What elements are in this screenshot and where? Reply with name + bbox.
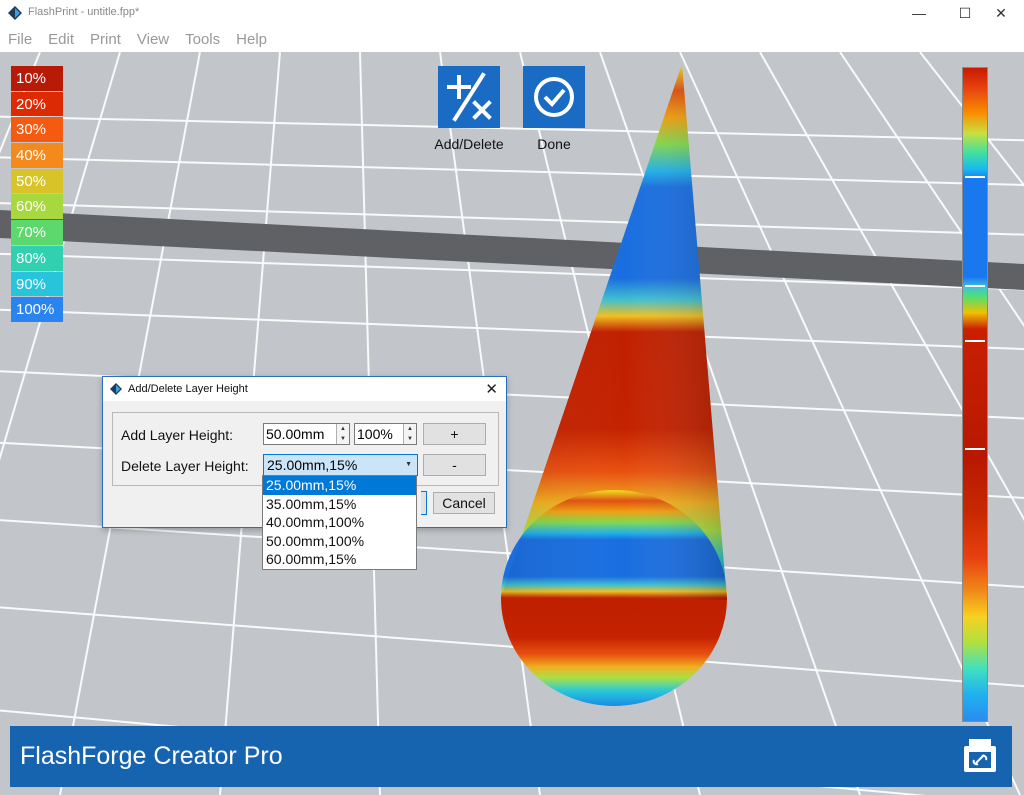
menu-bar: File Edit Print View Tools Help [0,28,1024,52]
legend-item-30: 30% [11,117,63,143]
title-bar: FlashPrint - untitle.fpp* — ☐ ✕ [0,0,1024,26]
dialog-title: Add/Delete Layer Height [128,383,248,395]
spin-up-icon[interactable]: ▲ [337,424,349,434]
add-percent-value: 100% [357,426,393,442]
printer-connect-icon[interactable] [962,736,998,776]
menu-view[interactable]: View [129,28,177,52]
plus-slash-x-icon [447,72,492,122]
add-height-value: 50.00mm [266,426,325,442]
legend-item-70: 70% [11,220,63,245]
layer-percent-legend: 10% 20% 30% 40% 50% 60% 70% 80% 90% 100% [11,66,63,323]
dialog-title-bar: Add/Delete Layer Height ✕ [103,377,506,401]
add-percent-stepper[interactable]: ▲ ▼ [403,424,416,444]
legend-item-10: 10% [11,66,63,91]
spin-down-icon[interactable]: ▼ [404,434,416,444]
colorbar-marker[interactable] [965,285,985,287]
add-height-stepper[interactable]: ▲ ▼ [336,424,349,444]
dropdown-option[interactable]: 60.00mm,15% [263,550,416,569]
layer-height-colorbar[interactable] [962,67,988,722]
delete-layer-height-label: Delete Layer Height: [121,458,249,474]
check-circle-icon [534,77,574,117]
legend-item-100: 100% [11,297,63,322]
legend-item-90: 90% [11,271,63,297]
printer-name: FlashForge Creator Pro [20,742,283,770]
dropdown-option[interactable]: 50.00mm,100% [263,532,416,551]
menu-help[interactable]: Help [228,28,275,52]
spin-up-icon[interactable]: ▲ [404,424,416,434]
done-label: Done [537,136,571,152]
dropdown-option[interactable]: 25.00mm,15% [263,476,416,495]
minimize-button[interactable]: — [896,0,942,26]
colorbar-marker[interactable] [965,448,985,450]
dropdown-option[interactable]: 40.00mm,100% [263,513,416,532]
done-icon-box [523,66,585,128]
add-delete-label: Add/Delete [434,136,504,152]
legend-item-20: 20% [11,91,63,117]
window-title: FlashPrint - untitle.fpp* [28,6,140,18]
legend-item-60: 60% [11,194,63,220]
maximize-icon: ☐ [958,4,972,21]
close-button[interactable]: ✕ [978,0,1024,26]
printer-status-bar: FlashForge Creator Pro [10,726,1012,787]
add-percent-spinbox[interactable]: 100% ▲ ▼ [354,423,417,445]
colorbar-marker[interactable] [965,176,985,178]
done-button[interactable]: Done [520,66,588,152]
menu-file[interactable]: File [0,28,40,52]
dialog-close-icon[interactable]: ✕ [485,380,498,398]
menu-print[interactable]: Print [82,28,129,52]
dropdown-option[interactable]: 35.00mm,15% [263,495,416,514]
legend-item-50: 50% [11,168,63,194]
chevron-down-icon: ▼ [405,461,412,468]
add-delete-button[interactable]: Add/Delete [425,66,513,152]
legend-item-40: 40% [11,143,63,168]
delete-layer-button[interactable]: - [423,454,486,476]
add-delete-icon-box [438,66,500,128]
add-layer-height-label: Add Layer Height: [121,427,234,443]
spin-down-icon[interactable]: ▼ [337,434,349,444]
flashprint-logo-icon [110,383,122,395]
colorbar-marker[interactable] [965,340,985,342]
delete-selected-value: 25.00mm,15% [267,457,358,473]
add-layer-button[interactable]: + [423,423,486,445]
delete-layer-dropdown-list: 25.00mm,15% 35.00mm,15% 40.00mm,100% 50.… [262,475,417,570]
add-height-spinbox[interactable]: 50.00mm ▲ ▼ [263,423,350,445]
menu-edit[interactable]: Edit [40,28,82,52]
minimize-icon: — [912,5,926,21]
flashprint-logo-icon [8,6,22,20]
ok-button[interactable] [421,491,427,515]
delete-layer-select[interactable]: 25.00mm,15% ▼ [263,454,418,476]
legend-item-80: 80% [11,245,63,271]
close-icon: ✕ [995,4,1007,21]
cancel-button[interactable]: Cancel [433,492,495,514]
menu-tools[interactable]: Tools [177,28,228,52]
